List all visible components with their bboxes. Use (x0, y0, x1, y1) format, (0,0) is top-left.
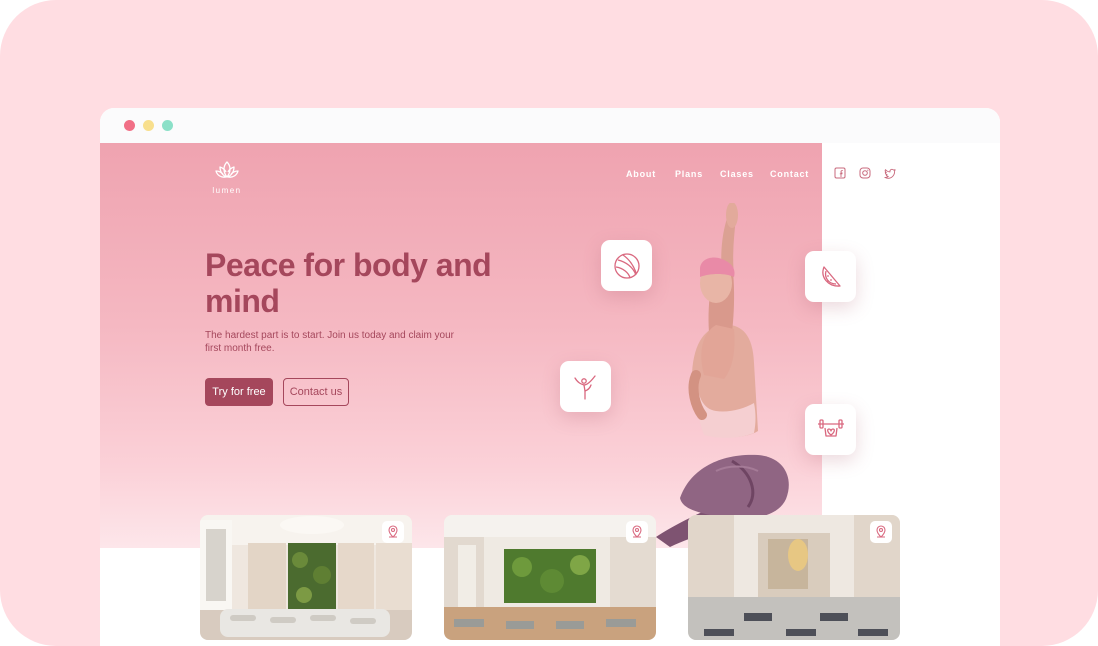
mockup-frame: lumen About Plans Clases Contact Peace f… (0, 0, 1098, 646)
yoga-pose-icon (573, 374, 596, 400)
studio-photo-1 (200, 515, 412, 640)
yoga-woman-image (656, 203, 789, 547)
ball-icon (613, 252, 640, 279)
watermelon-icon (821, 265, 841, 287)
studio-card-3[interactable] (688, 515, 900, 640)
browser-titlebar (100, 108, 1000, 143)
logo[interactable]: lumen (210, 159, 244, 195)
web-page: lumen About Plans Clases Contact Peace f… (100, 143, 1000, 646)
location-pin-button-3[interactable] (870, 521, 892, 543)
location-pin-icon (876, 525, 886, 538)
location-pin-icon (632, 525, 642, 538)
nav-clases[interactable]: Clases (720, 169, 754, 179)
studio-photo-2 (444, 515, 656, 640)
watermelon-tile[interactable] (805, 251, 856, 302)
yoga-pose-tile[interactable] (560, 361, 611, 412)
studio-photo-3 (688, 515, 900, 640)
try-for-free-button[interactable]: Try for free (205, 378, 273, 406)
location-pin-button-1[interactable] (382, 521, 404, 543)
nav-contact[interactable]: Contact (770, 169, 809, 179)
weight-icon (817, 418, 844, 437)
close-dot[interactable] (124, 120, 135, 131)
facebook-icon[interactable] (834, 167, 846, 179)
weight-tile[interactable] (805, 404, 856, 455)
hero-headline: Peace for body and mind (205, 247, 492, 319)
contact-us-button[interactable]: Contact us (283, 378, 349, 406)
twitter-icon[interactable] (884, 167, 896, 179)
ball-tile[interactable] (601, 240, 652, 291)
location-pin-icon (388, 525, 398, 538)
brand-name: lumen (212, 186, 242, 195)
hero-subtext: The hardest part is to start. Join us to… (205, 330, 455, 354)
nav-plans[interactable]: Plans (675, 169, 703, 179)
minimize-dot[interactable] (143, 120, 154, 131)
studio-card-1[interactable] (200, 515, 412, 640)
location-pin-button-2[interactable] (626, 521, 648, 543)
lotus-icon (215, 161, 239, 178)
nav-about[interactable]: About (626, 169, 656, 179)
maximize-dot[interactable] (162, 120, 173, 131)
browser-window: lumen About Plans Clases Contact Peace f… (100, 108, 1000, 646)
instagram-icon[interactable] (859, 167, 871, 179)
studio-card-2[interactable] (444, 515, 656, 640)
